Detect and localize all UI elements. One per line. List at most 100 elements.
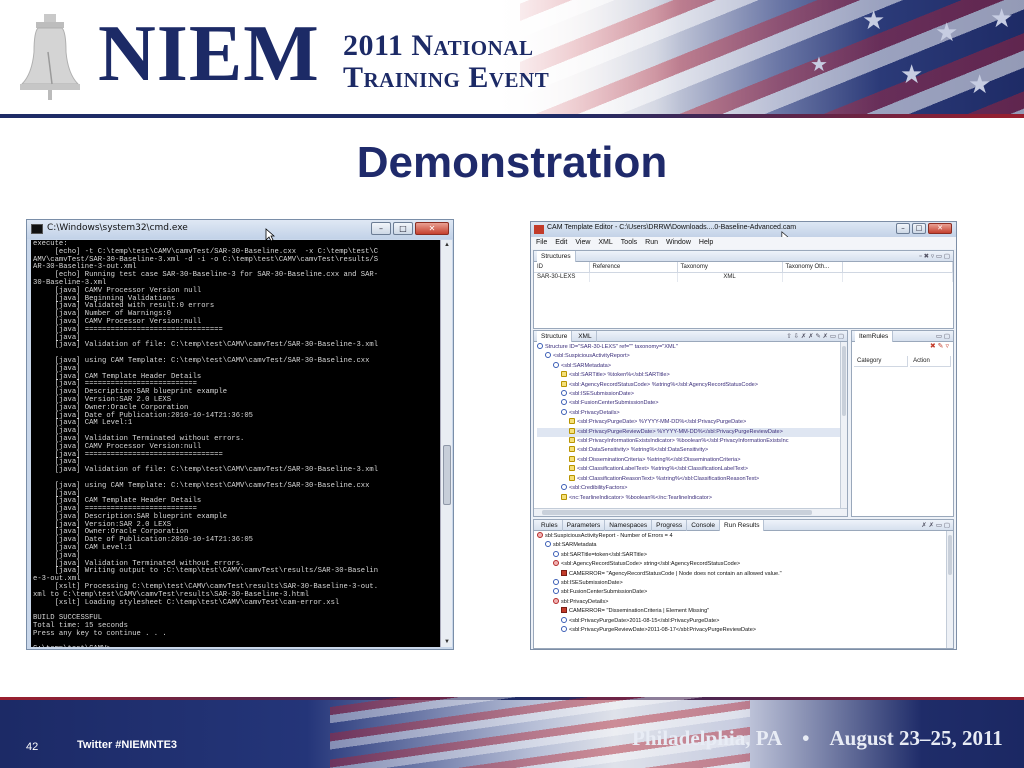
menu-help[interactable]: Help — [699, 237, 713, 249]
results-toolbar-icons[interactable]: ✗ ✗ ▭ ▢ — [921, 520, 950, 531]
column-header[interactable]: Reference — [589, 262, 678, 273]
column-header[interactable]: Taxonomy Oth... — [782, 262, 843, 273]
menu-window[interactable]: Window — [666, 237, 691, 249]
tree-node[interactable]: <nc:TearlineIndicator> %boolean%</nc:Tea… — [537, 493, 844, 503]
tree-node[interactable]: CAMERROR= "AgencyRecordStatusCode | Node… — [537, 569, 950, 579]
tree-node[interactable]: <sbl:CredibilityFactors> — [537, 484, 844, 493]
tree-node[interactable]: <sbl:PrivacyPurgeDate>2011-08-15</sbl:Pr… — [537, 616, 950, 626]
slide: ★ ★ ★ ★ ★ ★ NIEM 2011 National Training … — [0, 0, 1024, 768]
element-node-icon — [561, 484, 567, 491]
tree-node-label: CAMERROR= "AgencyRecordStatusCode | Node… — [569, 570, 782, 577]
column-header[interactable]: ID — [534, 262, 590, 273]
column-header[interactable]: Action — [910, 356, 951, 367]
tab-structures[interactable]: Structures — [537, 251, 576, 262]
menu-tools[interactable]: Tools — [621, 237, 637, 249]
tree-node-label: <sbl:SuspiciousActivityReport> — [553, 353, 630, 360]
element-node-icon — [545, 352, 551, 359]
tab-progress[interactable]: Progress — [652, 520, 688, 531]
tab-parameters[interactable]: Parameters — [563, 520, 606, 531]
tree-node[interactable]: <sbl:DataSensitivity> %string%</sbl:Data… — [537, 446, 844, 455]
tab-console[interactable]: Console — [687, 520, 721, 531]
header-banner: ★ ★ ★ ★ ★ ★ NIEM 2011 National Training … — [0, 0, 1024, 118]
pane-controls-icon[interactable]: ▫ ✖ ▿ ▭ ▢ — [919, 251, 950, 262]
tree-node[interactable]: sbl:SARMetadata — [537, 541, 950, 550]
tab-run-results[interactable]: Run Results — [720, 520, 765, 531]
cam-titlebar: CAM Template Editor - C:\Users\DRRW\Down… — [531, 222, 956, 237]
twitter-hashtag: Twitter #NIEMNTE3 — [77, 739, 178, 751]
tree-node[interactable]: <sbl:FusionCenterSubmissionDate> — [537, 399, 844, 408]
element-node-icon — [553, 361, 559, 368]
tree-node[interactable]: sbl:PrivacyDetails> — [537, 597, 950, 607]
maximize-button[interactable]: □ — [393, 222, 413, 235]
element-node-icon — [545, 541, 551, 548]
tab-xml[interactable]: XML — [574, 331, 597, 342]
scroll-down-icon[interactable]: ▼ — [443, 638, 451, 646]
tree-node-label: <sbl:FusionCenterSubmissionDate> — [569, 400, 659, 407]
tree-node[interactable]: <sbl:AgencyRecordStatusCode> %string%</s… — [537, 380, 844, 390]
tree-node[interactable]: <sbl:DisseminationCriteria> %string%</sb… — [537, 455, 844, 465]
tree-node[interactable]: <sbl:PrivacyDetails> — [537, 408, 844, 418]
tree-node[interactable]: <sbl:SuspiciousActivityReport> — [537, 352, 844, 361]
tab-namespaces[interactable]: Namespaces — [605, 520, 653, 531]
tree-node[interactable]: <sbl:PrivacyPurgeReviewDate>2011-08-17</… — [537, 626, 950, 635]
menu-run[interactable]: Run — [645, 237, 658, 249]
tree-horizontal-scrollbar[interactable] — [534, 508, 847, 516]
event-dates: August 23–25, 2011 — [829, 726, 1003, 750]
close-button[interactable]: ✕ — [928, 223, 952, 234]
tree-node[interactable]: sbl:SuspiciousActivityReport - Number of… — [537, 532, 950, 541]
column-header[interactable]: Category — [854, 356, 909, 367]
tree-node[interactable]: sbl:ISESubmissionDate> — [537, 579, 950, 588]
tree-toolbar-icons[interactable]: ⇧ ⇩ ✗ ✗ ✎ ✗ ▭ ▢ — [786, 331, 844, 342]
scrollbar-thumb[interactable] — [443, 445, 451, 505]
tree-node[interactable]: <sbl:ClassificationReasonText> %string%<… — [537, 474, 844, 484]
tree-node[interactable]: <sbl:PrivacyInformationExistsIndicator> … — [537, 437, 844, 446]
tree-node[interactable]: <sbl:ClassificationLabelText> %string%</… — [537, 465, 844, 474]
tree-node-label: <sbl:SARMetadata> — [561, 362, 612, 369]
itemrules-toolbar-icons[interactable]: ✖ ✎ ▿ — [852, 342, 953, 354]
structure-tree[interactable]: Structure ID="SAR-30-LEXS" ref="" taxono… — [534, 342, 847, 504]
table-row[interactable]: SAR-30-LEXS XML — [534, 272, 953, 282]
element-node-icon — [561, 626, 567, 633]
event-location-dates: Philadelphia, PA • August 23–25, 2011 — [632, 726, 1003, 751]
tree-node[interactable]: <sbl:ISESubmissionDate> — [537, 390, 844, 399]
maximize-button[interactable]: □ — [912, 223, 926, 234]
tree-node[interactable]: <sbl:SARTitle> %token%</sbl:SARTitle> — [537, 371, 844, 380]
console-line: [java] ================================ — [33, 450, 223, 459]
tree-vertical-scrollbar[interactable] — [840, 342, 847, 508]
tree-node[interactable]: Structure ID="SAR-30-LEXS" ref="" taxono… — [537, 343, 844, 352]
element-node-icon — [553, 588, 559, 595]
tree-node[interactable]: sbl:FusionCenterSubmissionDate> — [537, 588, 950, 597]
tree-node[interactable]: <sbl:AgencyRecordStatusCode> string</sbl… — [537, 560, 950, 569]
menu-edit[interactable]: Edit — [555, 237, 567, 249]
tree-node-label: <sbl:PrivacyPurgeDate> %YYYY-MM-DD%</sbl… — [577, 419, 747, 426]
tree-node[interactable]: <sbl:PrivacyPurgeReviewDate> %YYYY-MM-DD… — [537, 427, 844, 438]
tab-structure[interactable]: Structure — [537, 331, 573, 342]
tree-node[interactable]: CAMERROR= "DisseminationCriteria | Eleme… — [537, 607, 950, 616]
itemrules-table: Category Action — [852, 354, 953, 369]
element-node-icon — [553, 550, 559, 557]
attribute-icon — [569, 427, 575, 434]
tab-itemrules[interactable]: ItemRules — [855, 331, 894, 342]
close-button[interactable]: ✕ — [415, 222, 449, 235]
run-results-tree[interactable]: sbl:SuspiciousActivityReport - Number of… — [534, 531, 953, 636]
event-title: 2011 National Training Event — [343, 30, 549, 93]
tab-rules[interactable]: Rules — [537, 520, 563, 531]
tree-node[interactable]: sbl:SARTitle=token</sbl:SARTitle> — [537, 550, 950, 560]
column-header[interactable]: Taxonomy — [677, 262, 783, 273]
tree-node[interactable]: <sbl:SARMetadata> — [537, 361, 844, 371]
console-line: [java] Writing output to :C:\temp\test\C… — [33, 567, 379, 576]
menu-xml[interactable]: XML — [598, 237, 612, 249]
tree-node-label: sbl:PrivacyDetails> — [561, 598, 609, 605]
minimize-button[interactable]: – — [896, 223, 910, 234]
console-scrollbar[interactable]: ▲ ▼ — [440, 240, 452, 647]
liberty-bell-icon — [20, 14, 80, 100]
menu-view[interactable]: View — [575, 237, 590, 249]
minimize-button[interactable]: – — [371, 222, 391, 235]
tree-node-label: sbl:ISESubmissionDate> — [561, 580, 623, 587]
console-line: C:\temp\test\CAMV> — [33, 646, 438, 647]
element-node-icon — [561, 616, 567, 623]
menu-file[interactable]: File — [536, 237, 547, 249]
scroll-up-icon[interactable]: ▲ — [443, 241, 451, 249]
results-vertical-scrollbar[interactable] — [946, 531, 953, 648]
tree-node[interactable]: <sbl:PrivacyPurgeDate> %YYYY-MM-DD%</sbl… — [537, 418, 844, 427]
